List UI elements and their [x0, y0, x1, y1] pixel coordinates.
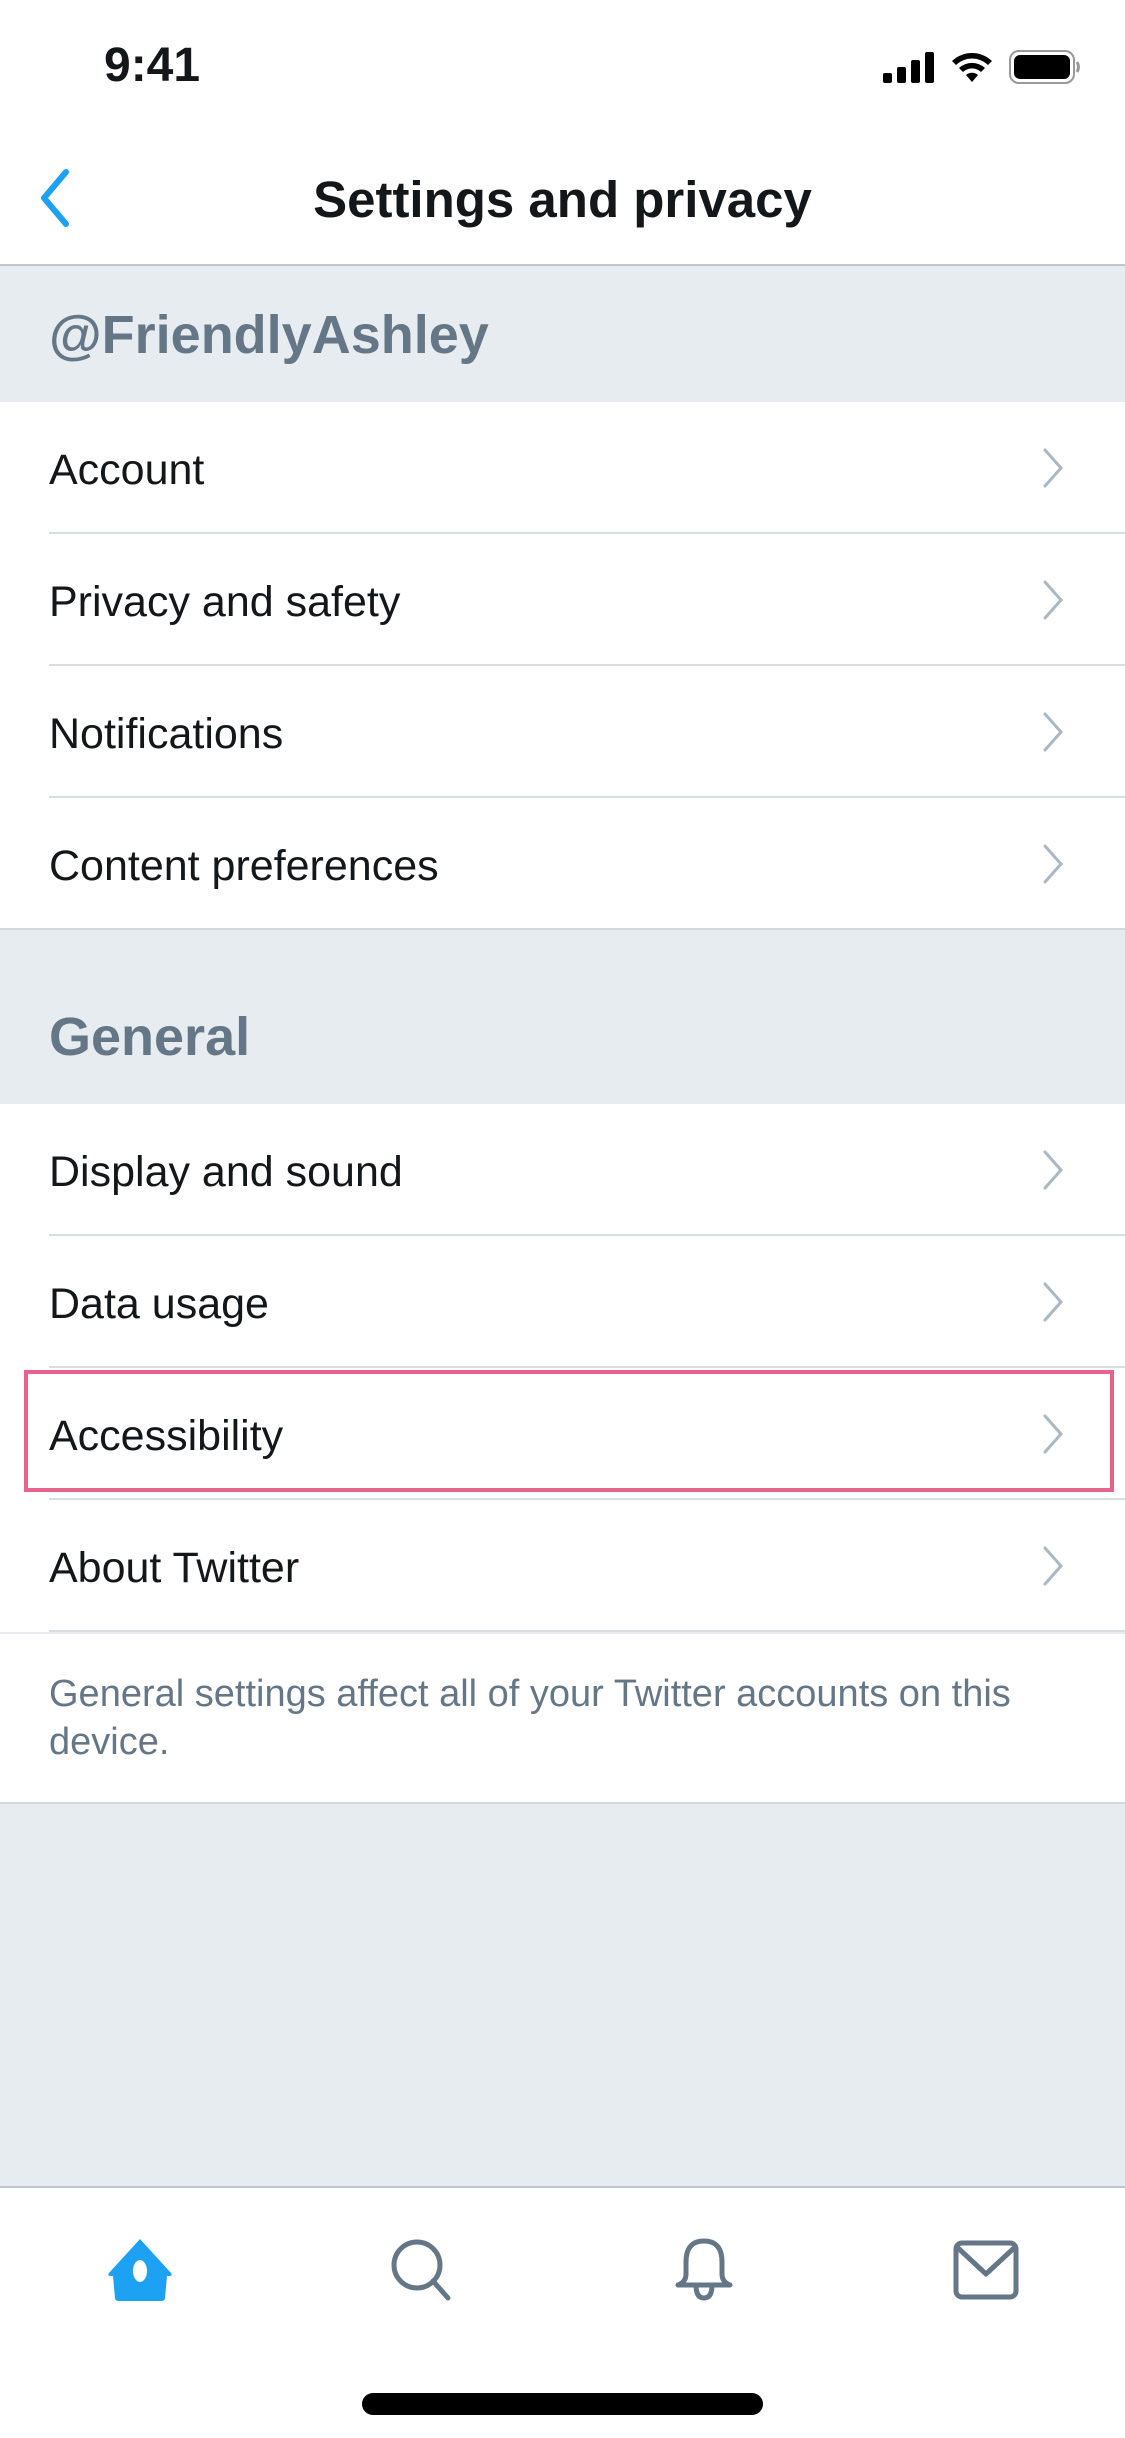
general-footer-note: General settings affect all of your Twit… [0, 1634, 1125, 1804]
chevron-right-icon [1043, 580, 1064, 620]
section-header-account: @FriendlyAshley [0, 266, 1125, 404]
status-icons [883, 50, 1081, 89]
tab-notifications[interactable] [664, 2230, 744, 2310]
settings-item-content-preferences[interactable]: Content preferences [0, 798, 1125, 930]
settings-item-label: About Twitter [49, 1544, 300, 1592]
settings-item-label: Notifications [49, 710, 284, 758]
chevron-right-icon [1043, 1414, 1064, 1454]
settings-item-privacy-and-safety[interactable]: Privacy and safety [0, 534, 1125, 666]
settings-item-label: Accessibility [49, 1412, 284, 1460]
settings-item-label: Data usage [49, 1280, 269, 1328]
settings-item-label: Account [49, 446, 205, 494]
wifi-icon [949, 50, 995, 89]
tab-home[interactable] [100, 2230, 180, 2310]
tab-messages[interactable] [946, 2230, 1026, 2310]
chevron-right-icon [1043, 448, 1064, 488]
battery-icon [1009, 50, 1081, 89]
bell-icon [675, 2238, 733, 2301]
status-bar: 9:41 [0, 0, 1125, 130]
search-icon [391, 2239, 451, 2301]
envelope-icon [953, 2240, 1019, 2300]
tab-search[interactable] [382, 2230, 462, 2310]
account-handle: @FriendlyAshley [49, 305, 489, 365]
section-title-general: General [49, 1007, 251, 1067]
settings-item-notifications[interactable]: Notifications [0, 666, 1125, 798]
chevron-right-icon [1043, 712, 1064, 752]
settings-item-accessibility[interactable]: Accessibility [0, 1368, 1125, 1500]
cellular-signal-icon [883, 51, 935, 88]
settings-item-label: Display and sound [49, 1148, 403, 1196]
footer-note-text: General settings affect all of your Twit… [49, 1673, 1011, 1763]
settings-item-label: Content preferences [49, 842, 439, 890]
page-title: Settings and privacy [313, 171, 812, 228]
status-time: 9:41 [104, 39, 201, 92]
chevron-right-icon [1043, 1546, 1064, 1586]
settings-item-about-twitter[interactable]: About Twitter [0, 1500, 1125, 1632]
chevron-right-icon [1043, 844, 1064, 884]
navigation-bar: Settings and privacy [0, 130, 1125, 266]
home-icon [108, 2239, 172, 2301]
chevron-right-icon [1043, 1150, 1064, 1190]
settings-item-label: Privacy and safety [49, 578, 401, 626]
settings-item-display-and-sound[interactable]: Display and sound [0, 1104, 1125, 1236]
chevron-right-icon [1043, 1282, 1064, 1322]
home-indicator[interactable] [362, 2393, 763, 2415]
section-header-general: General [0, 930, 1125, 1106]
settings-item-account[interactable]: Account [0, 402, 1125, 534]
settings-item-data-usage[interactable]: Data usage [0, 1236, 1125, 1368]
divider [49, 1630, 1125, 1632]
